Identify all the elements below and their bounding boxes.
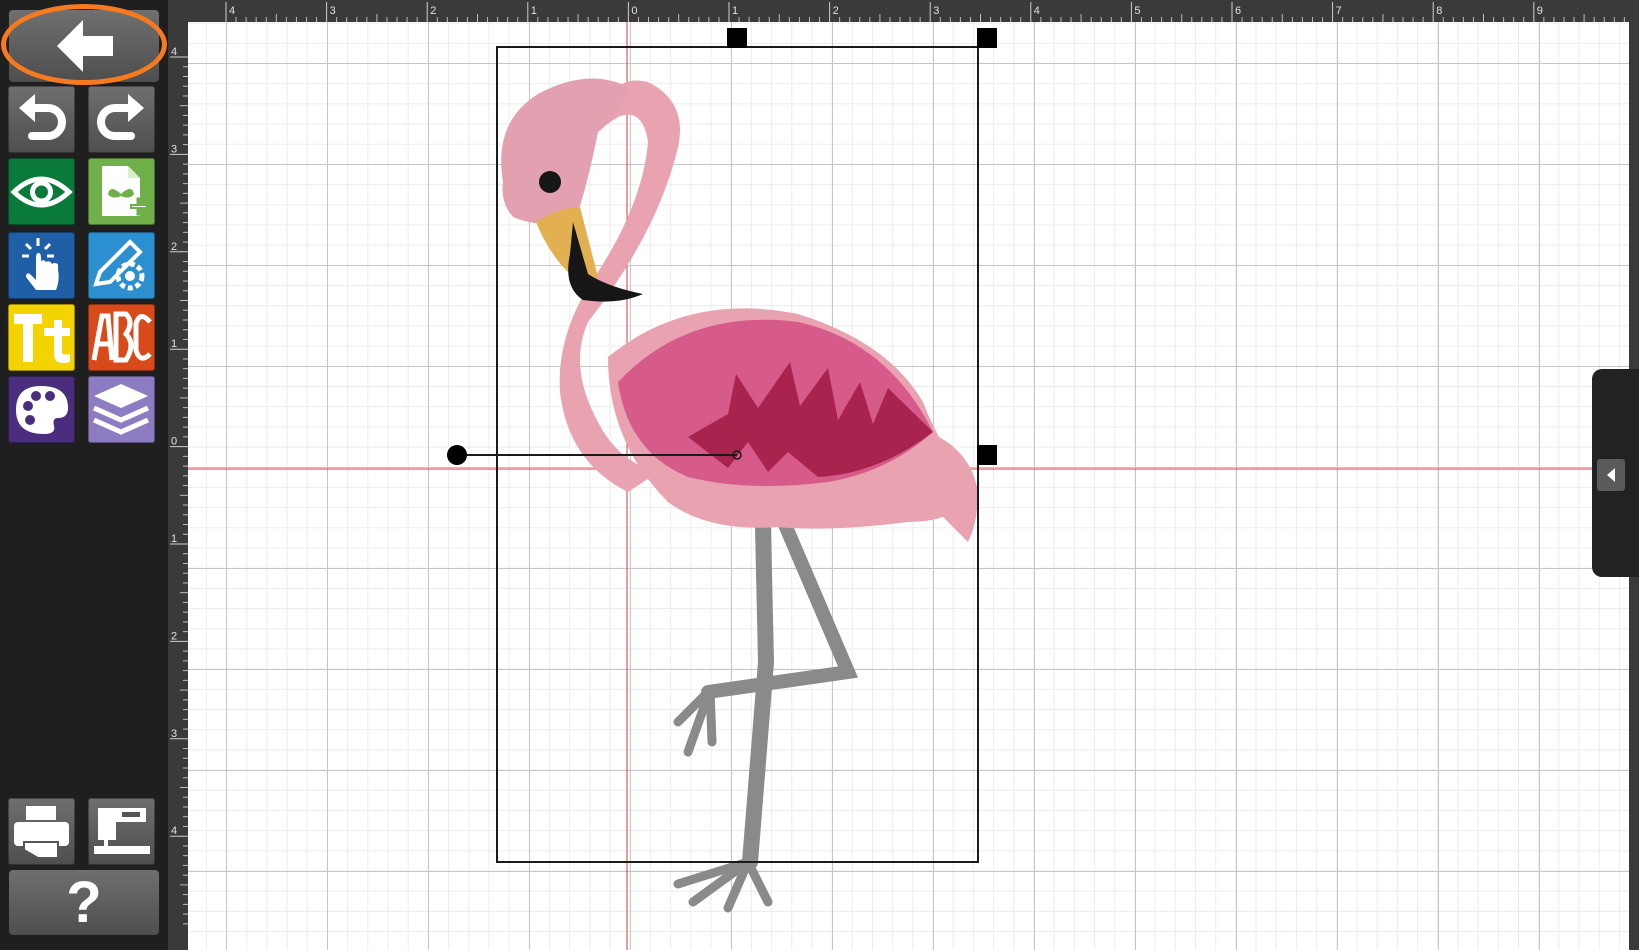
top-ruler-label: 2 bbox=[833, 5, 839, 17]
monogram-abc-icon bbox=[91, 311, 152, 363]
top-ruler-label: 3 bbox=[933, 5, 939, 17]
left-ruler-label: 3 bbox=[171, 728, 177, 740]
top-ruler-label: 6 bbox=[1235, 5, 1241, 17]
add-design-file-icon bbox=[102, 166, 148, 216]
flamingo-beak bbox=[536, 207, 598, 280]
redo-button[interactable] bbox=[88, 86, 155, 153]
redo-icon bbox=[97, 94, 144, 140]
toolbar: ? bbox=[0, 0, 168, 950]
help-button[interactable]: ? bbox=[9, 870, 159, 935]
left-ruler-label: 1 bbox=[171, 533, 177, 545]
left-ruler: 4 3 2 1 0 1 2 3 4 bbox=[168, 22, 188, 950]
printer-icon bbox=[14, 806, 69, 859]
print-button[interactable] bbox=[8, 798, 75, 865]
eye-icon bbox=[10, 176, 73, 208]
add-design-button[interactable] bbox=[88, 158, 155, 225]
top-ruler-label: 7 bbox=[1336, 5, 1342, 17]
text-button[interactable] bbox=[8, 304, 75, 371]
left-ruler-label: 2 bbox=[171, 630, 177, 642]
layers-button[interactable] bbox=[88, 376, 155, 443]
select-button[interactable] bbox=[8, 232, 75, 299]
top-ruler-label: 8 bbox=[1436, 5, 1442, 17]
top-ruler-label: 9 bbox=[1537, 5, 1543, 17]
side-panel-toggle-button[interactable] bbox=[1597, 459, 1625, 491]
chevron-left-icon bbox=[1607, 468, 1615, 482]
flamingo-design[interactable] bbox=[501, 78, 978, 913]
send-to-machine-button[interactable] bbox=[88, 798, 155, 865]
resize-handle-top[interactable] bbox=[727, 28, 747, 48]
top-ruler-label: 2 bbox=[430, 5, 436, 17]
monogram-button[interactable] bbox=[88, 304, 155, 371]
top-ruler-label: 3 bbox=[330, 5, 336, 17]
left-ruler-label: 2 bbox=[171, 241, 177, 253]
top-ruler-label: 1 bbox=[732, 5, 738, 17]
palette-icon bbox=[16, 386, 68, 434]
resize-handle-right[interactable] bbox=[977, 445, 997, 465]
flamingo-legs bbox=[673, 519, 859, 913]
back-arrow-icon bbox=[57, 20, 113, 72]
top-ruler-label: 4 bbox=[229, 5, 235, 17]
flamingo-head bbox=[501, 78, 628, 224]
preview-button[interactable] bbox=[8, 158, 75, 225]
top-ruler-label: 4 bbox=[1034, 5, 1040, 17]
left-ruler-label: 4 bbox=[171, 46, 177, 58]
back-button[interactable] bbox=[9, 10, 159, 82]
sewing-machine-icon bbox=[94, 808, 150, 854]
left-ruler-label: 0 bbox=[171, 436, 177, 448]
pencil-gear-icon bbox=[93, 239, 145, 291]
resize-handle-top-right[interactable] bbox=[977, 28, 997, 48]
layers-icon bbox=[92, 384, 150, 435]
flamingo-eye bbox=[539, 171, 561, 193]
left-ruler-label: 4 bbox=[171, 825, 177, 837]
top-ruler: 4 3 2 1 0 1 2 3 4 5 6 7 8 9 bbox=[168, 0, 1639, 22]
top-ruler-label: 0 bbox=[631, 5, 637, 17]
undo-button[interactable] bbox=[8, 86, 75, 153]
top-ruler-label: 5 bbox=[1134, 5, 1140, 17]
edit-tools-button[interactable] bbox=[88, 232, 155, 299]
text-tt-icon bbox=[14, 314, 70, 363]
top-ruler-label: 1 bbox=[531, 5, 537, 17]
design-canvas[interactable] bbox=[188, 22, 1629, 950]
left-ruler-label: 1 bbox=[171, 338, 177, 350]
left-ruler-label: 3 bbox=[171, 143, 177, 155]
undo-icon bbox=[19, 94, 66, 140]
side-panel-toggle[interactable] bbox=[1592, 369, 1639, 577]
colors-button[interactable] bbox=[8, 376, 75, 443]
tap-hand-icon bbox=[22, 238, 59, 290]
rotate-handle[interactable] bbox=[447, 445, 467, 465]
